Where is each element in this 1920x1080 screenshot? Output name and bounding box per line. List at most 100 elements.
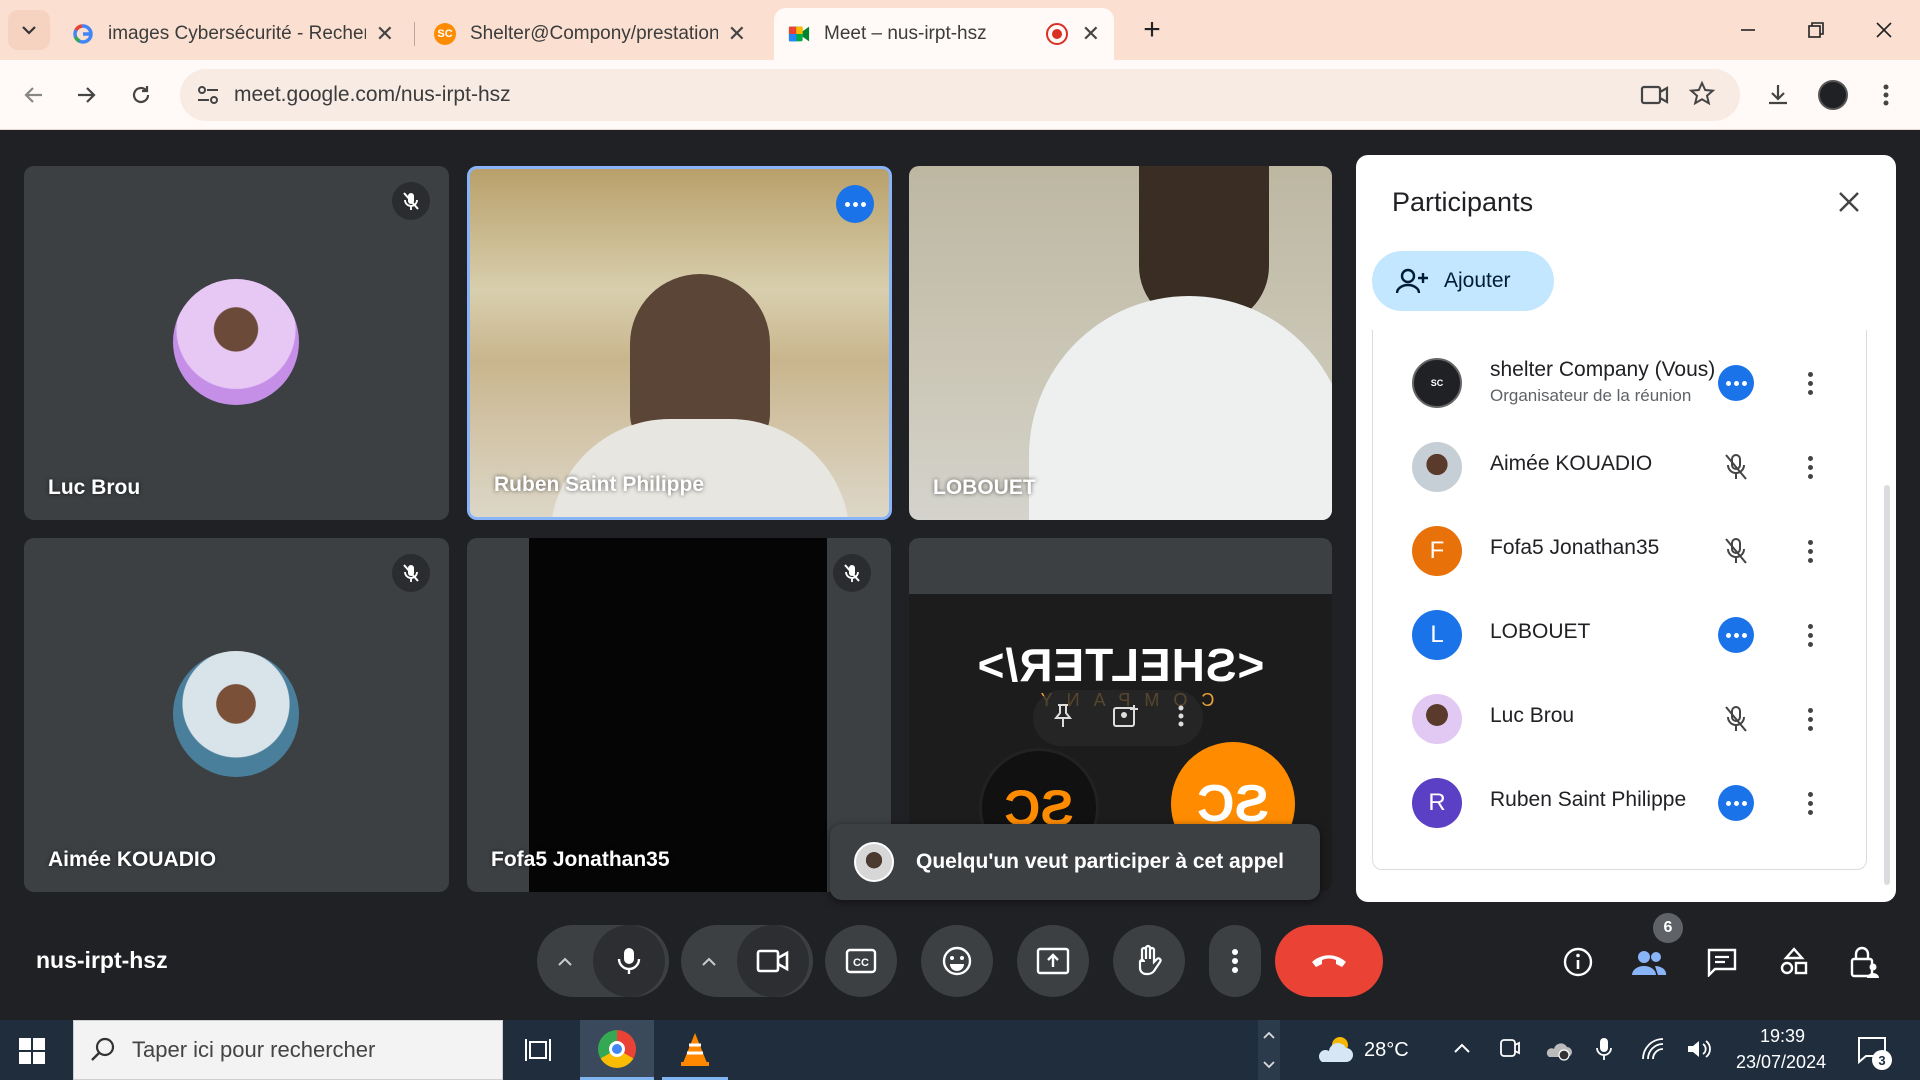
shelter-logo-text: <SHELTER/> (976, 639, 1265, 691)
close-tab-icon[interactable]: ✕ (1082, 21, 1100, 47)
vlc-icon (681, 1032, 709, 1066)
vlc-taskbar-button[interactable] (662, 1020, 728, 1080)
bookmark-star-icon[interactable] (1688, 80, 1716, 113)
host-controls-button[interactable] (1843, 940, 1887, 984)
present-screen-icon (1036, 947, 1070, 975)
reload-button[interactable] (121, 75, 161, 115)
meet-now-icon[interactable] (1498, 1037, 1520, 1066)
participant-row[interactable]: R Ruben Saint Philippe (1372, 760, 1882, 844)
wifi-icon[interactable] (1640, 1037, 1666, 1066)
more-options-button[interactable] (1209, 925, 1261, 997)
chrome-taskbar-button[interactable] (580, 1020, 654, 1080)
leave-call-button[interactable] (1275, 925, 1383, 997)
participant-row[interactable]: F Fofa5 Jonathan35 (1372, 508, 1882, 592)
chevron-down-icon (22, 26, 36, 35)
people-button[interactable] (1627, 940, 1671, 984)
tab-search-button[interactable] (8, 10, 50, 50)
chevron-up-icon[interactable] (1452, 1038, 1472, 1063)
onedrive-icon[interactable] (1544, 1037, 1572, 1066)
participant-name: LOBOUET (933, 476, 1036, 499)
raise-hand-button[interactable] (1113, 925, 1185, 997)
volume-icon[interactable] (1686, 1037, 1712, 1066)
participant-more-button[interactable] (1792, 533, 1828, 569)
tab-shelter-prestation[interactable]: SC Shelter@Compony/prestation_d ✕ (420, 8, 760, 60)
start-button[interactable] (18, 1037, 46, 1070)
tab-title: Meet – nus-irpt-hsz (824, 23, 987, 44)
avatar: F (1412, 526, 1462, 576)
avatar (1412, 694, 1462, 744)
minimize-button[interactable] (1726, 12, 1770, 48)
taskbar-search[interactable]: Taper ici pour rechercher (73, 1020, 503, 1080)
video-options-button[interactable] (681, 955, 737, 967)
join-request-toast[interactable]: Quelqu'un veut participer à cet appel (830, 824, 1320, 900)
participant-row[interactable]: L LOBOUET (1372, 592, 1882, 676)
participant-more-button[interactable] (1792, 785, 1828, 821)
avatar (173, 651, 299, 777)
close-panel-button[interactable] (1836, 189, 1862, 220)
more-vert-icon[interactable] (1177, 704, 1185, 733)
address-bar[interactable]: meet.google.com/nus-irpt-hsz (180, 69, 1740, 121)
participant-row[interactable]: Aimée KOUADIO (1372, 424, 1882, 508)
lock-person-icon (1850, 946, 1879, 978)
more-vert-icon (1883, 84, 1889, 106)
site-settings-icon[interactable] (194, 81, 222, 114)
present-screen-button[interactable] (1017, 925, 1089, 997)
add-to-frame-icon[interactable] (1112, 703, 1140, 734)
close-tab-icon[interactable]: ✕ (728, 21, 746, 47)
taskbar-search-placeholder: Taper ici pour rechercher (132, 1037, 376, 1062)
meeting-details-button[interactable] (1556, 940, 1600, 984)
participant-name: Ruben Saint Philippe (494, 473, 705, 496)
participant-tile[interactable]: LOBOUET (909, 166, 1332, 520)
mic-off-icon (833, 554, 871, 592)
panel-scrollbar[interactable] (1884, 485, 1890, 885)
participant-more-button[interactable] (1792, 449, 1828, 485)
close-tab-icon[interactable]: ✕ (376, 21, 394, 47)
chat-button[interactable] (1700, 940, 1744, 984)
new-tab-button[interactable]: + (1130, 12, 1174, 48)
info-icon (1563, 947, 1593, 977)
weather-icon[interactable] (1314, 1034, 1354, 1071)
back-button[interactable] (14, 75, 54, 115)
participant-more-button[interactable] (1792, 701, 1828, 737)
restore-icon (1808, 22, 1824, 38)
reactions-button[interactable] (921, 925, 993, 997)
tab-meet[interactable]: Meet – nus-irpt-hsz ✕ (774, 8, 1114, 60)
activities-button[interactable] (1772, 940, 1816, 984)
taskbar-scroll[interactable] (1258, 1020, 1280, 1080)
participant-row[interactable]: Luc Brou (1372, 676, 1882, 760)
audio-options-button[interactable] (537, 955, 593, 967)
captions-button[interactable]: CC (825, 925, 897, 997)
participant-tile[interactable]: Luc Brou (24, 166, 449, 520)
participant-row[interactable]: SC shelter Company (Vous) Organisateur d… (1372, 340, 1882, 424)
participant-tile[interactable]: Ruben Saint Philippe (467, 166, 892, 520)
participant-tile[interactable]: Aimée KOUADIO (24, 538, 449, 892)
forward-button[interactable] (66, 75, 106, 115)
participant-tile[interactable]: Fofa5 Jonathan35 (467, 538, 891, 892)
camera-button[interactable] (737, 925, 809, 997)
close-icon (1839, 192, 1859, 212)
restore-button[interactable] (1794, 12, 1838, 48)
chevron-up-icon (702, 957, 716, 966)
downloads-button[interactable] (1758, 75, 1798, 115)
raise-hand-icon (1138, 944, 1162, 976)
pin-icon[interactable] (1051, 703, 1075, 734)
tab-google-search[interactable]: images Cybersécurité - Recherche ✕ (58, 8, 408, 60)
meet-icon (788, 23, 810, 45)
download-icon (1769, 85, 1787, 105)
task-view-button[interactable] (524, 1036, 554, 1069)
participant-more-button[interactable] (1792, 365, 1828, 401)
video-feed-body (550, 419, 850, 517)
more-vert-icon (1232, 949, 1238, 973)
profile-button[interactable] (1813, 75, 1853, 115)
close-window-button[interactable] (1862, 12, 1906, 48)
mic-off-icon (392, 182, 430, 220)
participant-more-button[interactable] (1792, 617, 1828, 653)
microphone-button[interactable] (593, 925, 665, 997)
microphone-tray-icon[interactable] (1594, 1036, 1614, 1067)
browser-menu-button[interactable] (1866, 75, 1906, 115)
camera-in-use-icon[interactable] (1640, 81, 1670, 114)
participant-name: Fofa5 Jonathan35 (491, 848, 670, 871)
add-people-button[interactable]: Ajouter (1372, 251, 1554, 311)
speaking-indicator-icon (1718, 785, 1754, 821)
browser-toolbar: meet.google.com/nus-irpt-hsz (0, 60, 1920, 130)
